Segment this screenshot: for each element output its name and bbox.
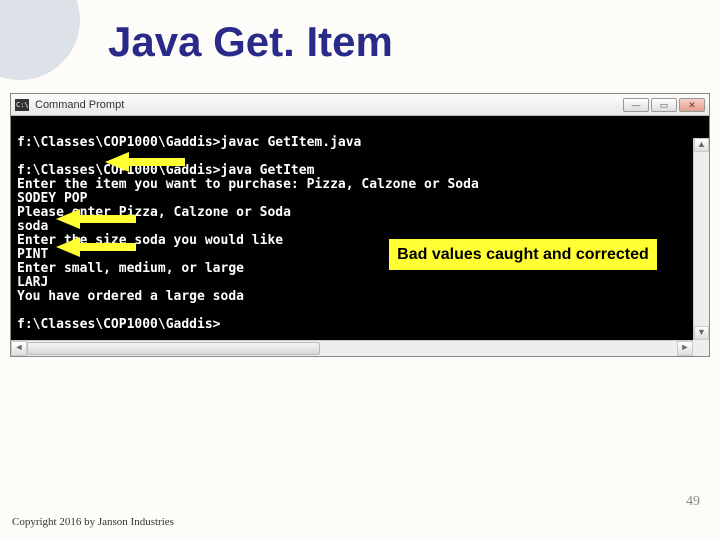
annotation-arrow (56, 240, 136, 254)
scroll-right-icon[interactable]: ► (677, 341, 693, 356)
annotation-callout: Bad values caught and corrected (388, 238, 658, 271)
scroll-track[interactable] (27, 341, 677, 356)
terminal-line: SODEY POP (17, 191, 87, 206)
window-buttons: — ▭ ✕ (623, 98, 705, 112)
decorative-corner (0, 0, 80, 80)
page-number: 49 (686, 494, 700, 510)
scroll-track[interactable] (694, 152, 709, 326)
close-button[interactable]: ✕ (679, 98, 705, 112)
terminal-line: soda (17, 219, 48, 234)
terminal-line: Enter small, medium, or large (17, 261, 244, 276)
scroll-thumb[interactable] (27, 342, 320, 355)
terminal-line: Enter the item you want to purchase: Piz… (17, 177, 479, 192)
terminal-line: You have ordered a large soda (17, 289, 244, 304)
scroll-left-icon[interactable]: ◄ (11, 341, 27, 356)
window-title: Command Prompt (35, 99, 623, 111)
horizontal-scrollbar[interactable]: ◄ ► (11, 340, 693, 356)
annotation-arrow (105, 155, 185, 169)
command-prompt-titlebar[interactable]: C:\ Command Prompt — ▭ ✕ (11, 94, 709, 116)
vertical-scrollbar[interactable]: ▲ ▼ (693, 138, 709, 340)
terminal-output[interactable]: f:\Classes\COP1000\Gaddis>javac GetItem.… (11, 116, 709, 340)
copyright-footer: Copyright 2016 by Janson Industries (12, 516, 174, 528)
terminal-line: LARJ (17, 275, 48, 290)
minimize-button[interactable]: — (623, 98, 649, 112)
scrollbar-corner (693, 340, 709, 356)
annotation-arrow (56, 212, 136, 226)
terminal-line: f:\Classes\COP1000\Gaddis> (17, 317, 221, 332)
terminal-icon: C:\ (15, 99, 29, 111)
terminal-line: f:\Classes\COP1000\Gaddis>javac GetItem.… (17, 135, 361, 150)
scroll-up-icon[interactable]: ▲ (694, 138, 709, 152)
maximize-button[interactable]: ▭ (651, 98, 677, 112)
terminal-line: PINT (17, 247, 48, 262)
scroll-down-icon[interactable]: ▼ (694, 326, 709, 340)
slide-title: Java Get. Item (108, 18, 393, 66)
